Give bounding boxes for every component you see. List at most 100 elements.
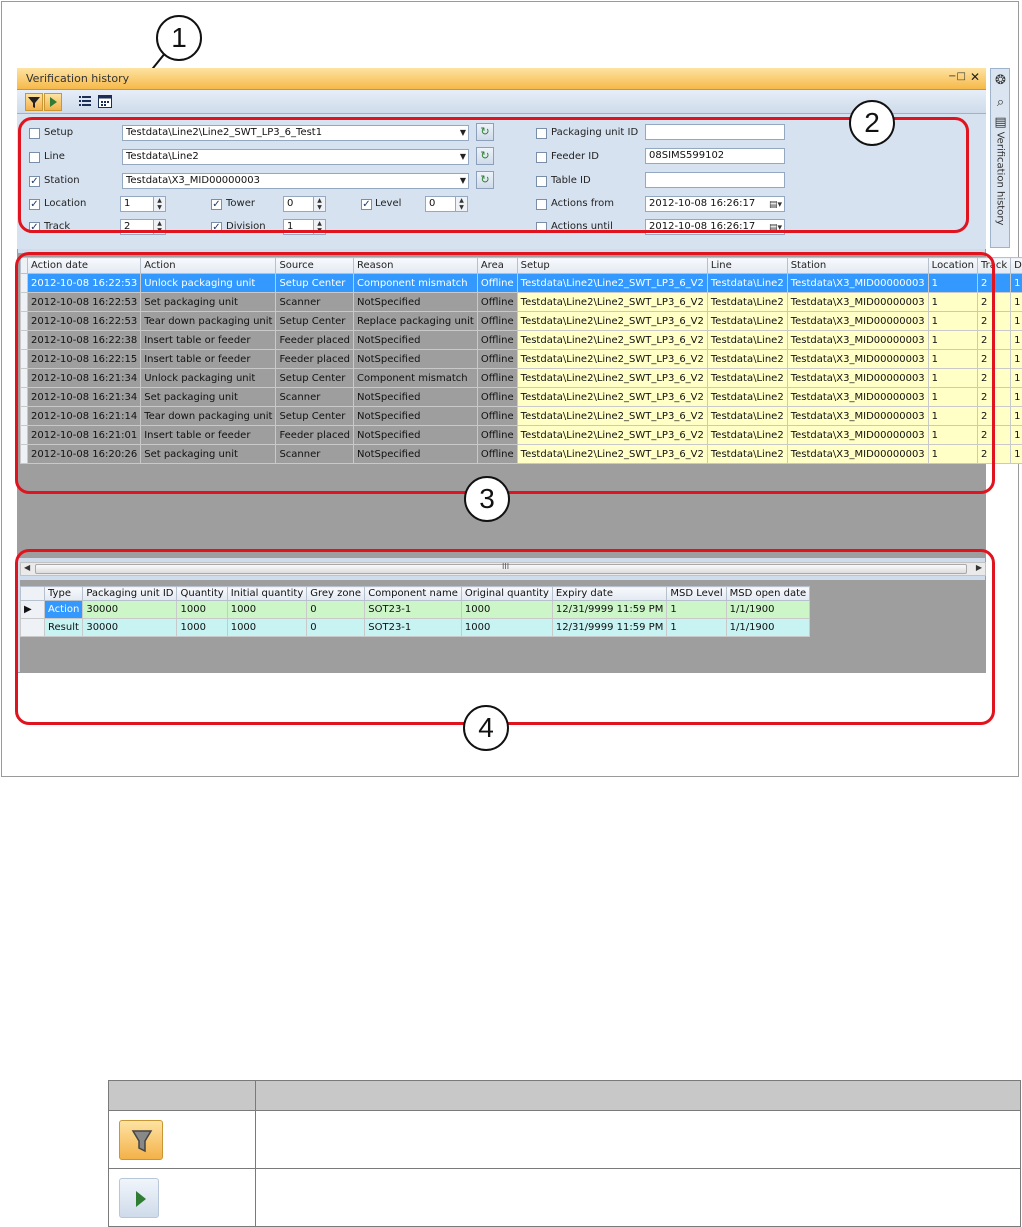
table-cell[interactable]: Testdata\Line2 xyxy=(706,311,788,331)
table-cell[interactable]: NotSpecified xyxy=(353,444,478,464)
pin-icon[interactable]: −□ xyxy=(948,71,966,82)
row-header[interactable] xyxy=(20,444,28,464)
spin-arrows-icon[interactable]: ▲ ▼ xyxy=(153,197,165,211)
table-cell[interactable]: Setup Center xyxy=(275,273,355,293)
table-cell[interactable]: 2012-10-08 16:22:53 xyxy=(26,292,142,312)
table-cell[interactable]: 1 xyxy=(927,311,978,331)
table-cell[interactable]: 1 xyxy=(1010,311,1022,331)
table-cell[interactable]: Offline xyxy=(476,425,518,445)
actions-until-checkbox[interactable] xyxy=(536,222,547,233)
table-cell[interactable]: 1 xyxy=(927,273,978,293)
table-cell[interactable]: Testdata\Line2 xyxy=(706,368,788,388)
table-cell[interactable]: NotSpecified xyxy=(353,425,478,445)
column-header[interactable]: Action xyxy=(140,257,277,274)
table-cell[interactable]: 1 xyxy=(927,368,978,388)
table-cell[interactable]: Offline xyxy=(476,330,518,350)
scroll-left-icon[interactable]: ◀ xyxy=(24,563,30,572)
table-cell[interactable]: 2 xyxy=(976,425,1012,445)
division-checkbox[interactable]: ✓ xyxy=(211,222,222,233)
calendar-dropdown-icon[interactable]: ▤▾ xyxy=(769,221,782,235)
table-cell[interactable]: 1 xyxy=(1010,368,1022,388)
table-cell[interactable]: Scanner xyxy=(275,444,355,464)
table-cell[interactable]: Feeder placed xyxy=(275,349,355,369)
table-cell[interactable]: Testdata\X3_MID00000003 xyxy=(786,368,929,388)
row-header[interactable] xyxy=(20,406,28,426)
spin-arrows-icon[interactable]: ▲ ▼ xyxy=(313,197,325,211)
table-cell[interactable]: NotSpecified xyxy=(353,349,478,369)
row-header[interactable] xyxy=(20,425,28,445)
tower-spinner[interactable]: 0 ▲ ▼ xyxy=(283,196,326,212)
spin-arrows-icon[interactable]: ▲ ▼ xyxy=(455,197,467,211)
table-cell[interactable]: 1 xyxy=(927,349,978,369)
line-combo[interactable]: Testdata\Line2 ▼ xyxy=(122,149,469,165)
row-header[interactable] xyxy=(20,349,28,369)
table-cell[interactable]: Testdata\X3_MID00000003 xyxy=(786,349,929,369)
spin-arrows-icon[interactable]: ▲ ▼ xyxy=(153,220,165,234)
table-cell[interactable]: Testdata\Line2\Line2_SWT_LP3_6_V2 xyxy=(516,444,708,464)
table-cell[interactable]: Testdata\Line2 xyxy=(706,444,788,464)
table-cell[interactable]: 1000 xyxy=(460,618,553,637)
column-header[interactable]: Action date xyxy=(26,257,142,274)
division-spinner[interactable]: 1 ▲ ▼ xyxy=(283,219,326,235)
column-header[interactable]: Location xyxy=(927,257,978,274)
setup-checkbox[interactable] xyxy=(29,128,40,139)
column-header[interactable]: Component name xyxy=(364,586,462,601)
table-cell[interactable]: SOT23-1 xyxy=(364,618,462,637)
table-cell[interactable]: Testdata\Line2\Line2_SWT_LP3_6_V2 xyxy=(516,406,708,426)
table-cell[interactable]: Setup Center xyxy=(275,368,355,388)
column-header[interactable]: Line xyxy=(706,257,788,274)
station-checkbox[interactable]: ✓ xyxy=(29,176,40,187)
table-cell[interactable]: 2 xyxy=(976,444,1012,464)
table-row[interactable]: 2012-10-08 16:22:38 Insert table or feede… xyxy=(20,330,1022,350)
table-id-input[interactable] xyxy=(645,172,785,188)
row-header[interactable] xyxy=(20,292,28,312)
table-cell[interactable]: 1 xyxy=(1010,273,1022,293)
track-checkbox[interactable]: ✓ xyxy=(29,222,40,233)
table-row[interactable]: 2012-10-08 16:21:14 Tear down packaging u… xyxy=(20,406,1022,426)
row-header[interactable]: ▶ xyxy=(20,600,45,619)
table-cell[interactable]: 2012-10-08 16:22:15 xyxy=(26,349,142,369)
column-header[interactable]: MSD open date xyxy=(725,586,811,601)
row-header[interactable] xyxy=(20,368,28,388)
table-cell[interactable]: 1000 xyxy=(226,600,308,619)
feeder-id-checkbox[interactable] xyxy=(536,152,547,163)
table-cell[interactable]: 2 xyxy=(976,406,1012,426)
table-cell[interactable]: Feeder placed xyxy=(275,330,355,350)
table-id-checkbox[interactable] xyxy=(536,176,547,187)
column-header[interactable]: Setup xyxy=(516,257,708,274)
table-cell[interactable]: Testdata\Line2\Line2_SWT_LP3_6_V2 xyxy=(516,425,708,445)
packaging-unit-id-checkbox[interactable] xyxy=(536,128,547,139)
table-row[interactable]: 2012-10-08 16:21:34 Unlock packaging unit… xyxy=(20,368,1022,388)
table-cell[interactable]: Component mismatch xyxy=(353,273,478,293)
column-header[interactable]: Quantity xyxy=(176,586,228,601)
table-cell[interactable]: Unlock packaging unit xyxy=(140,368,277,388)
location-spinner[interactable]: 1 ▲ ▼ xyxy=(120,196,166,212)
table-cell[interactable]: Insert table or feeder xyxy=(140,349,277,369)
column-header[interactable]: Original quantity xyxy=(460,586,553,601)
table-cell[interactable]: SOT23-1 xyxy=(364,600,462,619)
table-cell[interactable]: 2012-10-08 16:22:38 xyxy=(26,330,142,350)
station-refresh-button[interactable]: ↻ xyxy=(476,171,494,189)
scroll-right-icon[interactable]: ▶ xyxy=(976,563,982,572)
table-cell[interactable]: 2012-10-08 16:20:26 xyxy=(26,444,142,464)
table-cell[interactable]: Scanner xyxy=(275,292,355,312)
table-cell[interactable]: 1 xyxy=(927,406,978,426)
table-row[interactable]: 2012-10-08 16:21:34 Set packaging unit Sca… xyxy=(20,387,1022,407)
column-header[interactable]: Grey zone xyxy=(306,586,366,601)
level-checkbox[interactable]: ✓ xyxy=(361,199,372,210)
table-cell[interactable]: Component mismatch xyxy=(353,368,478,388)
table-row[interactable]: 2012-10-08 16:22:15 Insert table or feede… xyxy=(20,349,1022,369)
table-cell[interactable]: Testdata\Line2 xyxy=(706,330,788,350)
table-cell[interactable]: Unlock packaging unit xyxy=(140,273,277,293)
table-cell[interactable]: Testdata\Line2 xyxy=(706,406,788,426)
horizontal-scrollbar[interactable]: ◀ III ▶ xyxy=(20,562,986,576)
table-cell[interactable]: 2012-10-08 16:22:53 xyxy=(26,311,142,331)
table-cell[interactable]: Set packaging unit xyxy=(140,292,277,312)
table-cell[interactable]: 1 xyxy=(927,387,978,407)
table-cell[interactable]: Testdata\X3_MID00000003 xyxy=(786,444,929,464)
table-cell[interactable]: Testdata\Line2\Line2_SWT_LP3_6_V2 xyxy=(516,330,708,350)
table-cell[interactable]: Setup Center xyxy=(275,406,355,426)
line-checkbox[interactable] xyxy=(29,152,40,163)
column-header[interactable]: Type xyxy=(43,586,84,601)
execute-button[interactable] xyxy=(44,93,62,111)
